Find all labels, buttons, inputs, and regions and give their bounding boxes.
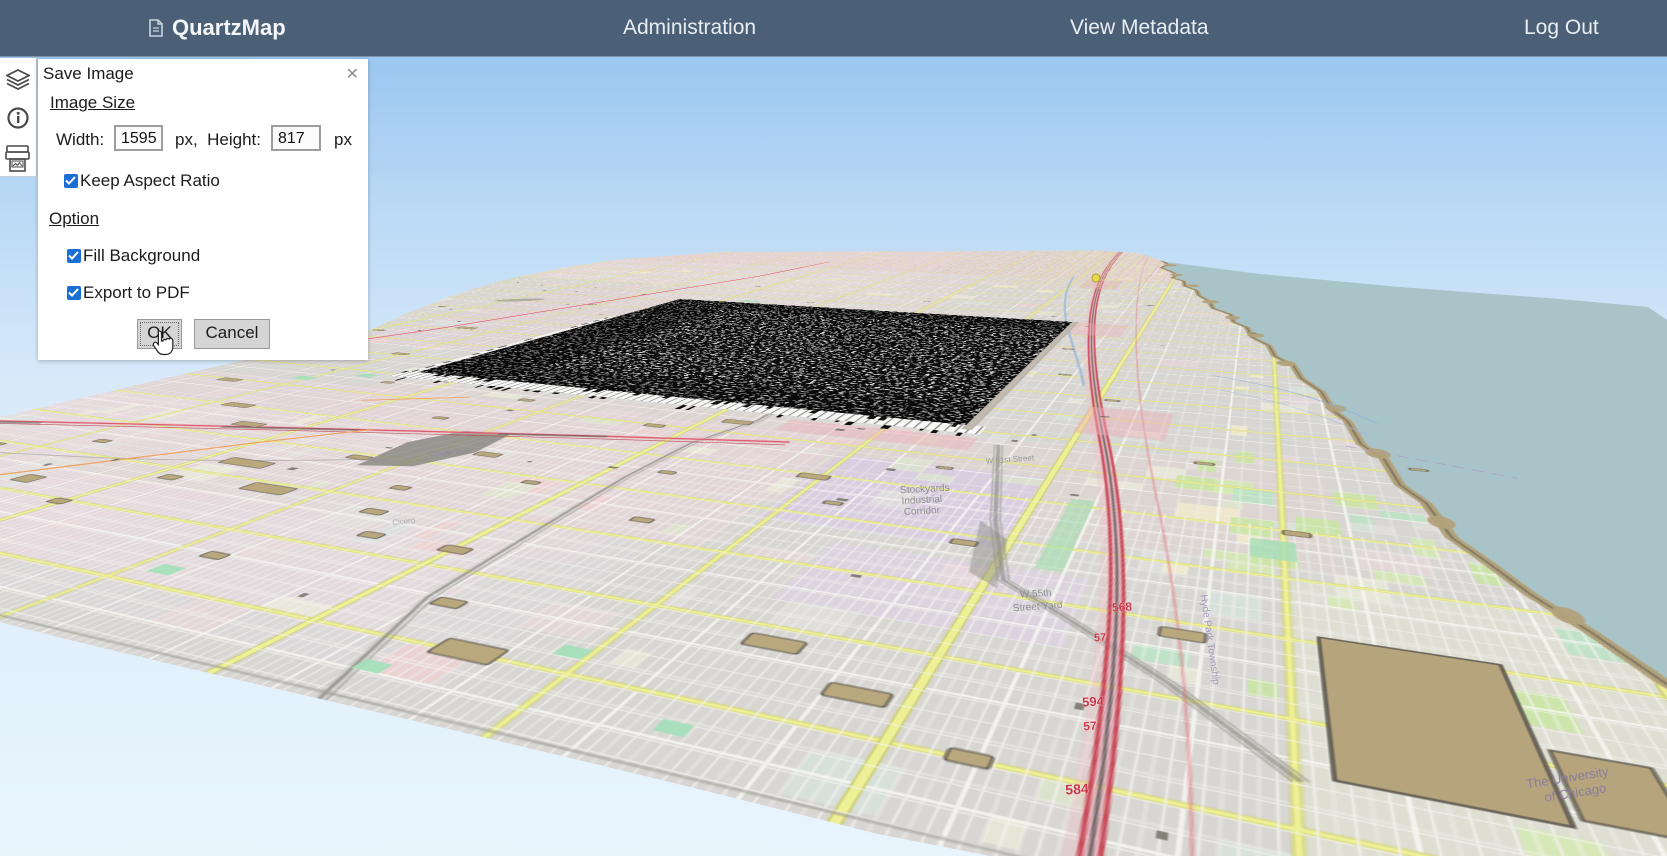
svg-text:57: 57 (1083, 719, 1097, 734)
svg-text:Cicero: Cicero (392, 516, 416, 527)
svg-text:584: 584 (1065, 780, 1089, 797)
svg-text:57: 57 (1094, 632, 1107, 645)
svg-text:W 51st Street: W 51st Street (985, 453, 1035, 465)
svg-text:594: 594 (1082, 693, 1105, 709)
svg-text:Hyde Park Township: Hyde Park Township (1198, 594, 1222, 686)
svg-text:Corwith Yard: Corwith Yard (429, 449, 469, 459)
svg-text:Street Yard: Street Yard (1013, 600, 1063, 614)
svg-text:568: 568 (1112, 599, 1133, 614)
svg-text:W 55th: W 55th (1020, 588, 1052, 601)
svg-text:Corridor: Corridor (904, 505, 941, 518)
